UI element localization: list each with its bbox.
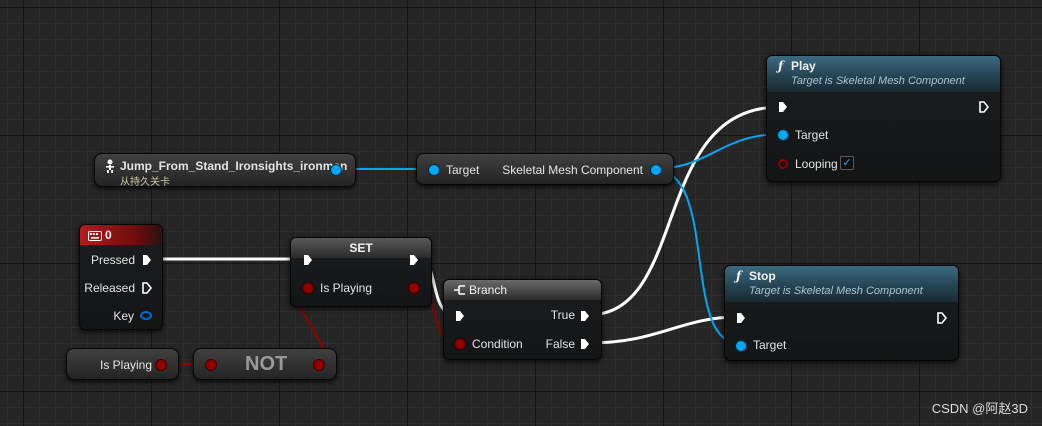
keyboard-event-header: 0 xyxy=(80,225,162,245)
pressed-exec-pin[interactable] xyxy=(142,254,152,266)
stop-target-pin[interactable] xyxy=(736,341,746,351)
play-looping-label: Looping xyxy=(795,157,838,171)
released-label: Released xyxy=(84,281,135,295)
branch-icon xyxy=(453,284,466,299)
watermark: CSDN @阿赵3D xyxy=(931,401,1028,416)
stop-function-node[interactable]: ƒ Stop Target is Skeletal Mesh Component… xyxy=(724,265,959,361)
get-skeletal-mesh-node[interactable]: Target Skeletal Mesh Component xyxy=(416,153,674,185)
branch-condition-label: Condition xyxy=(472,337,523,351)
get-is-playing-label: Is Playing xyxy=(100,358,153,372)
animation-output-pin[interactable] xyxy=(331,165,341,175)
pressed-label: Pressed xyxy=(90,253,135,267)
branch-false-label: False xyxy=(545,337,575,351)
animation-asset-subtitle: 从持久关卡 xyxy=(120,177,170,188)
keyboard-event-node[interactable]: 0 Pressed Released Key xyxy=(79,224,163,330)
set-is-playing-output-pin[interactable] xyxy=(409,283,419,293)
set-variable-node[interactable]: SET Is Playing xyxy=(290,237,432,307)
play-function-node[interactable]: ƒ Play Target is Skeletal Mesh Component… xyxy=(766,55,1001,182)
play-node-subtitle: Target is Skeletal Mesh Component xyxy=(791,75,965,87)
mesh-target-label: Target xyxy=(446,163,480,177)
set-is-playing-input-pin[interactable] xyxy=(303,283,313,293)
looping-checkbox[interactable]: ✓ xyxy=(840,156,854,170)
stop-node-header: ƒ Stop Target is Skeletal Mesh Component xyxy=(725,266,958,302)
branch-title: Branch xyxy=(469,283,508,297)
blueprint-graph-canvas[interactable]: Jump_From_Stand_Ironsights_ironman 从持久关卡… xyxy=(0,0,1042,426)
key-struct-pin[interactable] xyxy=(140,311,152,320)
branch-condition-pin[interactable] xyxy=(455,339,465,349)
not-input-pin[interactable] xyxy=(206,360,216,370)
keyboard-icon xyxy=(88,230,102,244)
set-node-title: SET xyxy=(349,241,373,255)
mesh-output-pin[interactable] xyxy=(651,165,661,175)
play-looping-pin[interactable] xyxy=(778,159,788,169)
branch-false-pin[interactable] xyxy=(580,338,590,350)
get-is-playing-output-pin[interactable] xyxy=(156,360,166,370)
play-node-header: ƒ Play Target is Skeletal Mesh Component xyxy=(767,56,1000,92)
animation-asset-node[interactable]: Jump_From_Stand_Ironsights_ironman 从持久关卡 xyxy=(94,153,356,188)
play-exec-output-pin[interactable] xyxy=(979,101,989,113)
set-exec-input-pin[interactable] xyxy=(303,254,313,266)
animation-asset-title: Jump_From_Stand_Ironsights_ironman xyxy=(120,159,348,173)
branch-exec-input-pin[interactable] xyxy=(455,310,465,322)
stop-node-subtitle: Target is Skeletal Mesh Component xyxy=(749,285,923,297)
not-label: NOT xyxy=(245,353,288,375)
play-target-pin[interactable] xyxy=(778,130,788,140)
set-is-playing-label: Is Playing xyxy=(320,281,373,295)
mesh-output-label: Skeletal Mesh Component xyxy=(502,163,643,177)
keyboard-event-title: 0 xyxy=(105,228,112,242)
set-exec-output-pin[interactable] xyxy=(409,254,419,266)
key-label: Key xyxy=(113,309,134,323)
skeleton-icon xyxy=(104,159,116,176)
play-exec-input-pin[interactable] xyxy=(778,101,788,113)
play-node-title: Play xyxy=(791,59,816,73)
function-icon: ƒ xyxy=(778,59,784,73)
not-output-pin[interactable] xyxy=(314,360,324,370)
branch-node[interactable]: Branch True Condition False xyxy=(443,279,602,360)
play-target-label: Target xyxy=(795,128,829,142)
branch-node-header: Branch xyxy=(444,280,601,300)
branch-true-label: True xyxy=(550,308,575,322)
stop-exec-output-pin[interactable] xyxy=(937,312,947,324)
not-node[interactable]: NOT xyxy=(193,348,337,380)
stop-target-label: Target xyxy=(753,338,787,352)
released-exec-pin[interactable] xyxy=(142,282,152,294)
stop-exec-input-pin[interactable] xyxy=(736,312,746,324)
mesh-target-input-pin[interactable] xyxy=(429,165,439,175)
stop-node-title: Stop xyxy=(749,269,776,283)
exec-wire-false-to-stop[interactable] xyxy=(587,315,739,345)
get-is-playing-node[interactable]: Is Playing xyxy=(66,348,179,380)
branch-true-pin[interactable] xyxy=(580,310,590,322)
function-icon: ƒ xyxy=(736,269,742,283)
